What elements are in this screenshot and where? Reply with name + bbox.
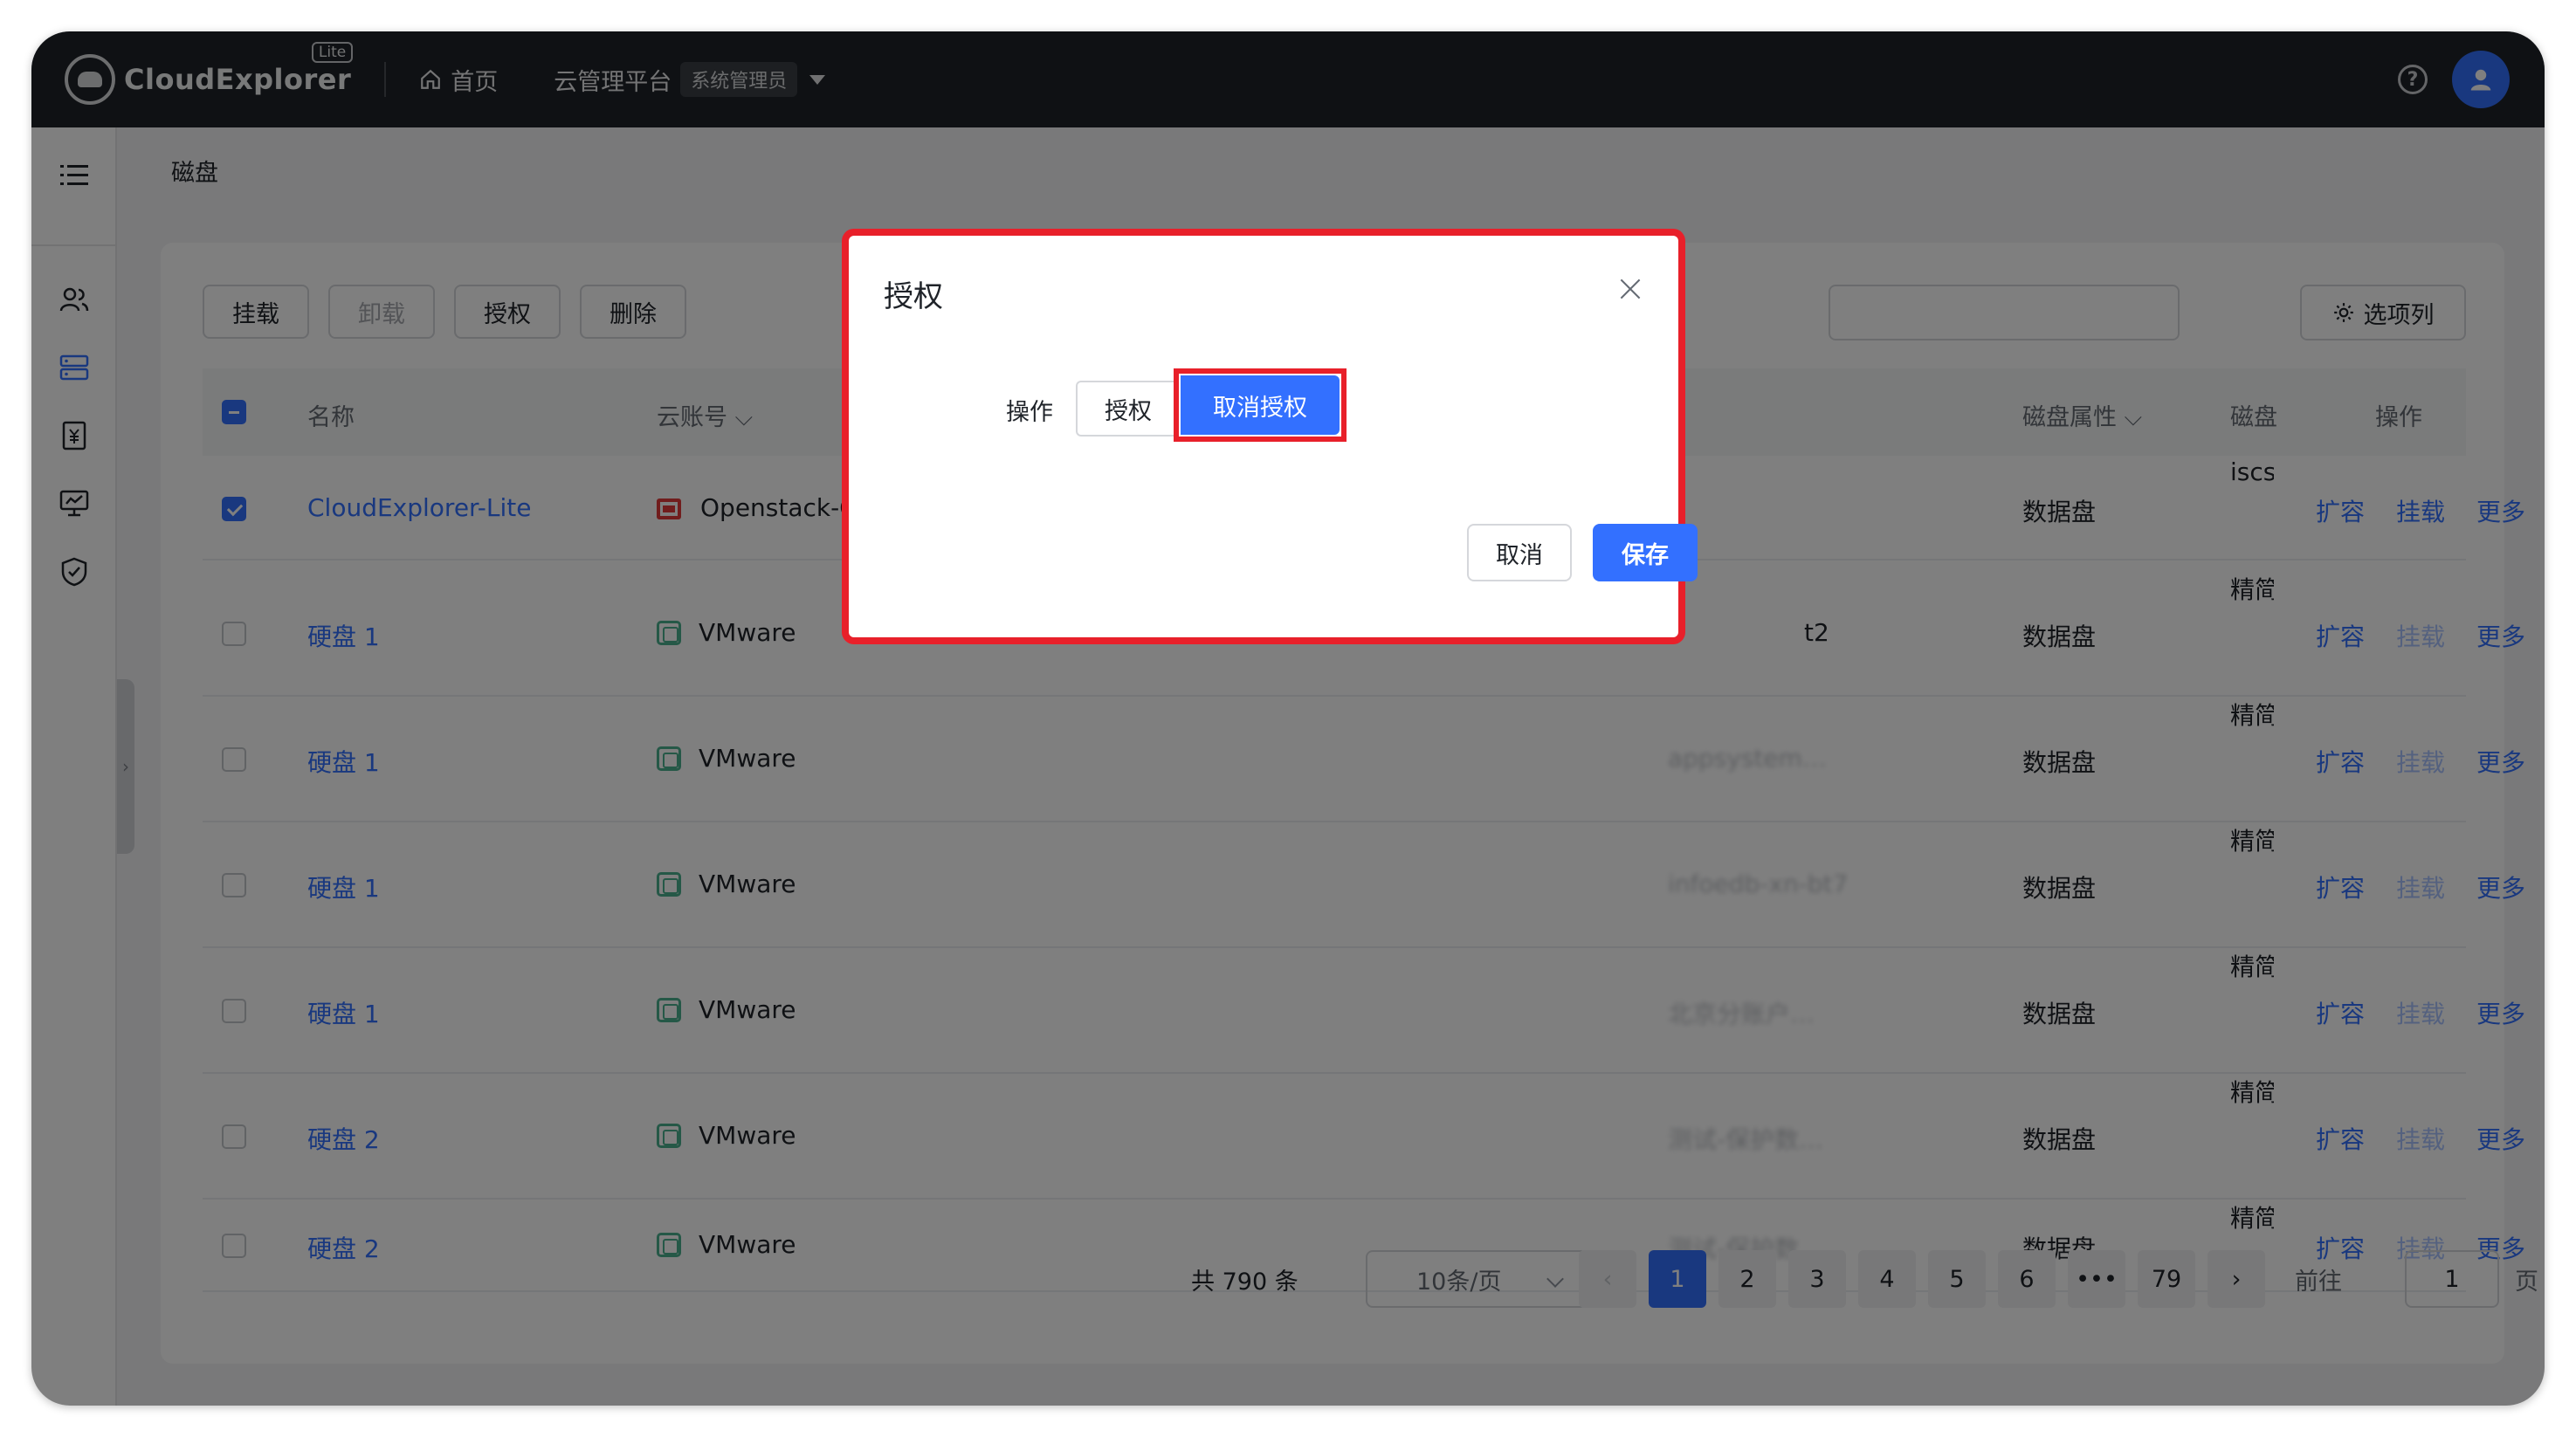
authorize-option[interactable]: 授权 (1076, 381, 1179, 437)
cancel-button[interactable]: 取消 (1467, 524, 1572, 581)
operation-label: 操作 (1006, 399, 1053, 426)
save-button[interactable]: 保存 (1593, 524, 1698, 581)
app-window: CloudExplorer Lite 首页 云管理平台 系统管理员 ? (31, 31, 2545, 1406)
dialog-title: 授权 (884, 279, 943, 314)
authorize-dialog: 授权 操作 授权 取消授权 取消 保存 (849, 236, 1698, 637)
close-icon[interactable] (1617, 276, 1643, 302)
unauthorize-option[interactable]: 取消授权 (1181, 375, 1340, 435)
